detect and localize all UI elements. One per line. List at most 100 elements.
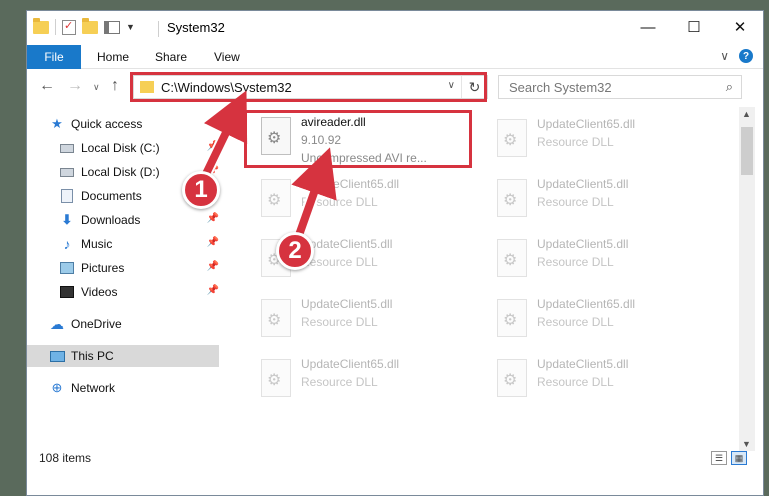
file-item[interactable]: UpdateClient5.dll Resource DLL [485,233,715,287]
callout-step-1: 1 [182,171,220,209]
sidebar-item-label: Quick access [71,117,143,131]
music-note-icon: ♪ [63,236,71,252]
address-bar-highlight [130,72,487,102]
sidebar-item-label: Documents [81,189,142,203]
sidebar-item-label: OneDrive [71,317,122,331]
dll-file-icon [261,179,291,217]
download-arrow-icon: ⬇ [61,212,73,227]
file-name: UpdateClient65.dll [301,357,400,371]
sidebar-item-onedrive[interactable]: ☁ OneDrive [49,313,219,335]
file-item[interactable]: UpdateClient5.dll Resource DLL [485,353,715,407]
dll-file-icon [497,179,527,217]
dll-file-icon [497,239,527,277]
dll-file-icon [497,359,527,397]
dll-file-icon [497,299,527,337]
file-name: UpdateClient5.dll [537,237,629,251]
sidebar-item-label: Pictures [81,261,125,275]
forward-button[interactable]: → [67,77,83,95]
file-highlight [244,110,472,168]
pin-icon[interactable]: 📌 [207,237,219,248]
file-type: Resource DLL [537,195,614,209]
search-placeholder: Search System32 [509,80,612,95]
search-input[interactable]: Search System32 ⌕ [498,75,742,99]
up-button[interactable]: ↑ [111,77,119,95]
back-button[interactable]: ← [39,77,55,95]
sidebar-item-quick-access[interactable]: ★ Quick access [49,113,241,135]
sidebar-item-network[interactable]: ⊕ Network [49,377,219,399]
file-type: Resource DLL [537,375,614,389]
file-item[interactable]: UpdateClient65.dll Resource DLL [485,293,715,347]
sidebar-item-label: Network [71,381,116,395]
window-controls: — ☐ ✕ [625,11,763,43]
expand-ribbon-icon[interactable]: ∨ [720,49,729,63]
customize-toolbar-dropdown-icon[interactable]: ▼ [126,22,135,32]
item-count: 108 items [39,451,92,465]
details-view-icon[interactable]: ☰ [711,451,727,465]
sidebar-item-videos[interactable]: Videos 📌 [59,281,219,303]
sidebar-item-music[interactable]: ♪ Music 📌 [59,233,220,255]
search-icon[interactable]: ⌕ [726,79,733,95]
status-bar: 108 items ☰ ▦ [27,447,763,469]
close-button[interactable]: ✕ [717,11,763,43]
drive-icon [60,167,74,177]
ribbon-right-controls: ∨ ? [720,49,753,63]
file-type: Resource DLL [301,375,378,389]
minimize-button[interactable]: — [625,11,671,43]
file-name: UpdateClient65.dll [301,177,400,191]
documents-icon [61,189,73,203]
dll-file-icon [261,299,291,337]
new-folder-icon[interactable] [82,17,98,34]
tab-home[interactable]: Home [97,45,129,69]
scroll-up-icon[interactable]: ▲ [742,109,751,119]
view-toggle-icon[interactable] [104,20,120,34]
pictures-icon [60,262,74,274]
file-item[interactable]: UpdateClient5.dll Resource DLL [485,173,715,227]
tab-file[interactable]: File [27,45,81,69]
file-name: UpdateClient65.dll [537,297,636,311]
window-title: System32 [167,20,225,35]
sidebar-item-label: This PC [71,349,114,363]
file-type: Resource DLL [301,315,378,329]
title-bar: ▼ System32 — ☐ ✕ [27,11,763,45]
file-type: Resource DLL [301,195,378,209]
help-icon[interactable]: ? [739,49,753,63]
properties-icon[interactable] [62,19,76,35]
file-name: UpdateClient65.dll [537,117,636,131]
large-icons-view-icon[interactable]: ▦ [731,451,747,465]
sidebar-item-this-pc[interactable]: This PC [27,345,219,367]
scroll-thumb[interactable] [741,127,753,175]
file-item[interactable]: UpdateClient65.dll Resource DLL [249,173,479,227]
ribbon-tabs: File Home Share View ∨ ? [27,45,763,69]
file-type: Resource DLL [537,135,614,149]
recent-locations-icon[interactable]: ∨ [93,82,100,93]
tab-view[interactable]: View [214,45,240,69]
vertical-scrollbar[interactable]: ▲ ▼ [739,107,755,451]
file-item[interactable]: UpdateClient5.dll Resource DLL [249,293,479,347]
pin-icon[interactable]: 📌 [207,261,219,272]
file-name: UpdateClient5.dll [537,177,629,191]
quick-access-toolbar: ▼ [33,17,135,35]
file-item[interactable]: UpdateClient65.dll Resource DLL [249,353,479,407]
sidebar-item-label: Local Disk (D:) [81,165,160,179]
navigation-pane: ★ Quick access Local Disk (C:) 📌 Local D… [27,111,223,451]
star-icon: ★ [51,116,63,131]
file-name: UpdateClient5.dll [301,237,393,251]
sidebar-item-label: Music [81,237,113,251]
file-item[interactable]: UpdateClient65.dll Resource DLL [485,113,715,167]
sidebar-item-pictures[interactable]: Pictures 📌 [59,257,219,279]
computer-icon [49,350,65,362]
pin-icon[interactable]: 📌 [207,141,219,152]
sidebar-item-label: Local Disk (C:) [81,141,160,155]
sidebar-item-local-disk-c[interactable]: Local Disk (C:) 📌 [59,137,219,159]
file-type: Resource DLL [537,315,614,329]
pin-icon[interactable]: 📌 [207,285,219,296]
title-separator [158,21,159,37]
folder-icon [33,17,49,34]
sidebar-item-downloads[interactable]: ⬇ Downloads 📌 [59,209,219,231]
tab-share[interactable]: Share [155,45,187,69]
dll-file-icon [497,119,527,157]
view-switcher: ☰ ▦ [711,451,747,465]
maximize-button[interactable]: ☐ [671,11,717,43]
pin-icon[interactable]: 📌 [207,213,219,224]
file-name: UpdateClient5.dll [537,357,629,371]
